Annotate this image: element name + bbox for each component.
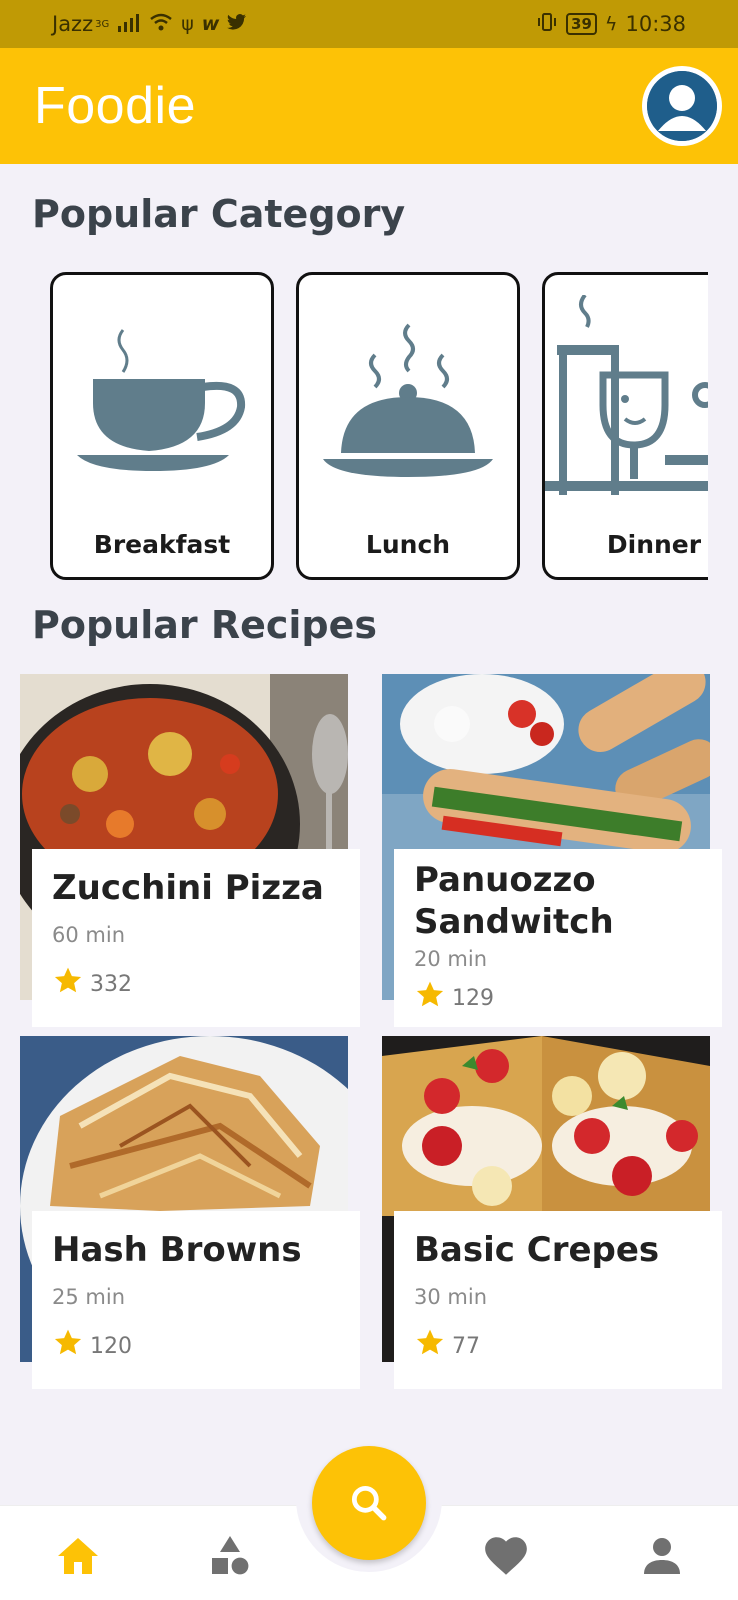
carrier-name: Jazz (52, 12, 94, 36)
candle-wine-icon (545, 293, 708, 495)
recipe-info-panel: Panuozzo Sandwitch 20 min 129 (394, 849, 722, 1027)
network-type: 3G (95, 18, 110, 30)
recipe-rating: 77 (414, 1327, 702, 1365)
avatar-person-icon (647, 71, 717, 141)
signal-icon (117, 12, 141, 37)
recipe-info-panel: Zucchini Pizza 60 min 332 (32, 849, 360, 1027)
app-bar: Foodie (0, 48, 738, 164)
recipe-time: 20 min (414, 947, 487, 971)
status-left: Jazz 3G ψ w (52, 12, 247, 37)
wifi-icon (149, 12, 173, 37)
rating-count: 77 (452, 1333, 480, 1359)
person-icon (644, 1538, 680, 1574)
category-carousel[interactable]: Breakfast Lunch Dinner (50, 272, 708, 582)
category-card-breakfast[interactable]: Breakfast (50, 272, 274, 580)
star-icon (52, 965, 84, 1003)
shapes-icon (212, 1536, 249, 1575)
recipe-card-zucchini-pizza[interactable]: Zucchini Pizza 60 min 332 (20, 674, 360, 1027)
star-icon (414, 979, 446, 1017)
nav-home-button[interactable] (52, 1530, 104, 1582)
battery-indicator: 39 (566, 13, 597, 35)
usb-icon: ψ (181, 13, 194, 35)
recipe-card-basic-crepes[interactable]: Basic Crepes 30 min 77 (382, 1036, 722, 1389)
star-icon (52, 1327, 84, 1365)
heart-icon (485, 1537, 527, 1575)
vibrate-icon (536, 11, 558, 38)
charging-icon: ϟ (604, 13, 618, 35)
recipe-time: 60 min (52, 923, 125, 947)
nav-favorites-button[interactable] (480, 1530, 532, 1582)
status-bar: Jazz 3G ψ w 39 ϟ 10:38 (0, 0, 738, 48)
recipe-info-panel: Basic Crepes 30 min 77 (394, 1211, 722, 1389)
recipe-name: Hash Browns (52, 1230, 302, 1270)
home-icon (58, 1538, 98, 1574)
nav-profile-button[interactable] (636, 1530, 688, 1582)
clock-time: 10:38 (625, 12, 686, 36)
category-label: Lunch (365, 530, 451, 559)
recipe-info-panel: Hash Browns 25 min 120 (32, 1211, 360, 1389)
category-card-lunch[interactable]: Lunch (296, 272, 520, 580)
popular-recipes-heading: Popular Recipes (32, 603, 378, 647)
search-icon (351, 1485, 387, 1521)
recipe-rating: 332 (52, 965, 340, 1003)
recipe-time: 25 min (52, 1285, 125, 1309)
recipe-name: Zucchini Pizza (52, 868, 324, 908)
rating-count: 120 (90, 1333, 132, 1359)
app-title: Foodie (34, 77, 196, 135)
recipe-name: Panuozzo Sandwitch (414, 860, 614, 942)
star-icon (414, 1327, 446, 1365)
profile-avatar-button[interactable] (642, 66, 722, 146)
recipe-time: 30 min (414, 1285, 487, 1309)
recipe-rating: 129 (414, 979, 702, 1017)
category-label: Dinner (606, 530, 702, 559)
status-right: 39 ϟ 10:38 (536, 11, 686, 38)
rating-count: 332 (90, 971, 132, 997)
search-fab-button[interactable] (312, 1446, 426, 1560)
category-label: Breakfast (93, 530, 231, 559)
rating-count: 129 (452, 985, 494, 1011)
popular-category-heading: Popular Category (32, 192, 406, 236)
category-card-dinner[interactable]: Dinner (542, 272, 708, 580)
bird-icon (227, 12, 247, 36)
recipe-card-panuozzo-sandwitch[interactable]: Panuozzo Sandwitch 20 min 129 (382, 674, 722, 1027)
w-app-icon: w (201, 13, 220, 35)
recipe-name: Basic Crepes (414, 1230, 660, 1270)
coffee-cup-icon (53, 295, 271, 495)
recipe-rating: 120 (52, 1327, 340, 1365)
serving-cloche-icon (299, 295, 517, 495)
nav-categories-button[interactable] (204, 1530, 256, 1582)
recipe-card-hash-browns[interactable]: Hash Browns 25 min 120 (20, 1036, 360, 1389)
